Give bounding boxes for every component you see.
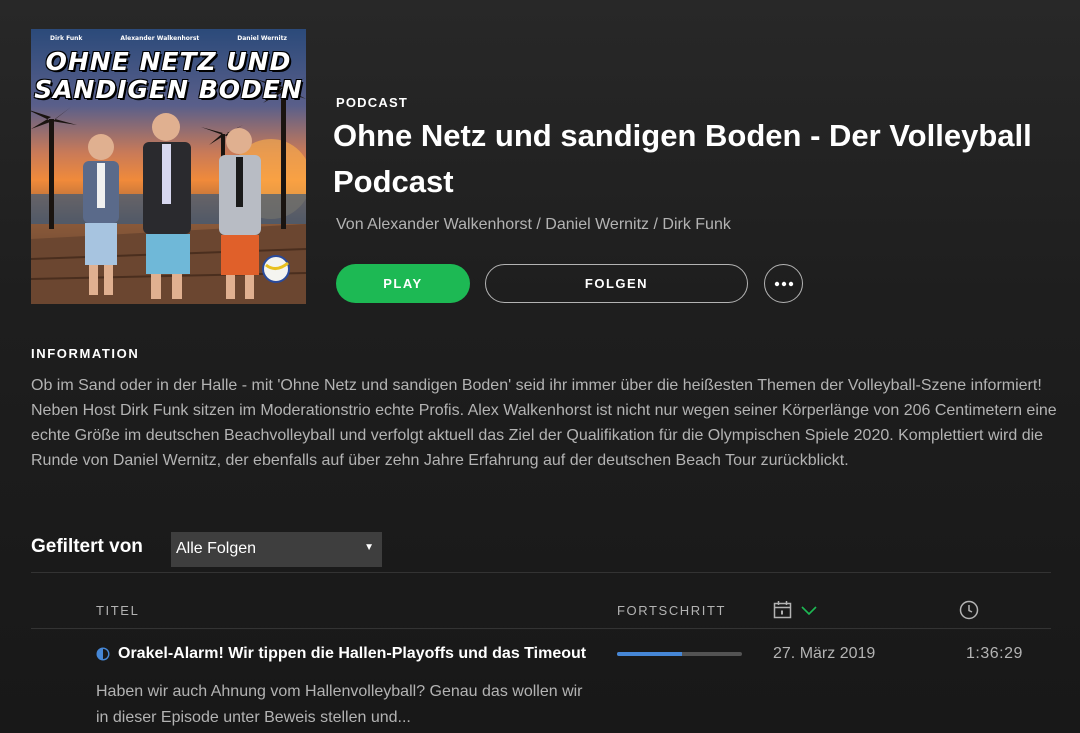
column-header-progress[interactable]: FORTSCHRITT xyxy=(617,603,726,618)
podcast-author: Von Alexander Walkenhorst / Daniel Werni… xyxy=(336,216,731,233)
cover-name: Dirk Funk xyxy=(50,35,83,42)
chevron-down-icon xyxy=(801,606,817,616)
information-text: Ob im Sand oder in der Halle - mit 'Ohne… xyxy=(31,377,1057,469)
episode-filter-dropdown[interactable]: Alle Folgen ▼ xyxy=(171,532,382,567)
episode-progress-fill xyxy=(617,652,682,656)
column-header-title[interactable]: TITEL xyxy=(96,603,139,618)
episode-description: Haben wir auch Ahnung vom Hallenvolleyba… xyxy=(96,683,583,726)
half-played-icon xyxy=(96,647,110,661)
dropdown-arrow-icon: ▼ xyxy=(364,542,374,553)
podcast-cover-image[interactable]: Dirk Funk Alexander Walkenhorst Daniel W… xyxy=(31,29,306,304)
more-horizontal-icon xyxy=(774,281,793,286)
more-options-button[interactable] xyxy=(764,264,803,303)
filter-selected-value: Alle Folgen xyxy=(176,540,257,557)
episode-duration: 1:36:29 xyxy=(966,645,1023,662)
column-header-date[interactable] xyxy=(773,600,821,625)
information-heading: INFORMATION xyxy=(31,346,140,361)
calendar-icon xyxy=(773,601,792,619)
divider xyxy=(31,572,1051,573)
filter-label: Gefiltert von xyxy=(31,536,143,557)
divider xyxy=(31,628,1051,629)
episode-title[interactable]: Orakel-Alarm! Wir tippen die Hallen-Play… xyxy=(118,645,604,663)
cover-title-line2: SANDIGEN BODEN xyxy=(34,75,303,104)
cover-title-line1: OHNE NETZ UND xyxy=(45,47,292,76)
play-button[interactable]: PLAY xyxy=(336,264,470,303)
podcast-title: Ohne Netz und sandigen Boden - Der Volle… xyxy=(333,118,1032,199)
content-type-label: PODCAST xyxy=(336,95,408,110)
clock-icon xyxy=(959,600,979,620)
cover-name: Daniel Wernitz xyxy=(237,35,287,42)
cover-name: Alexander Walkenhorst xyxy=(120,35,200,42)
column-header-duration[interactable] xyxy=(959,600,979,625)
follow-button[interactable]: FOLGEN xyxy=(485,264,748,303)
episode-progress-bar xyxy=(617,652,742,656)
cover-host-names: Dirk Funk Alexander Walkenhorst Daniel W… xyxy=(31,35,306,42)
episode-date: 27. März 2019 xyxy=(773,645,876,662)
